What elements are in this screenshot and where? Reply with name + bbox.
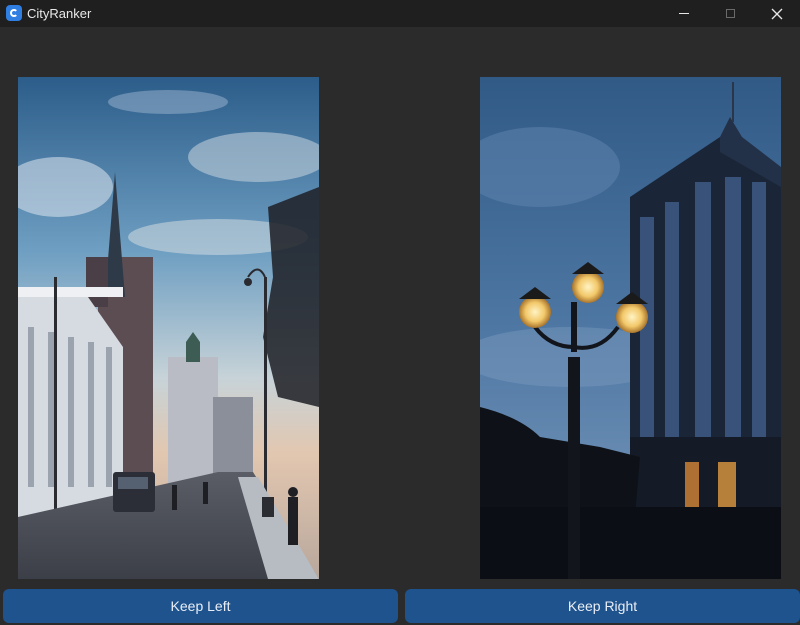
close-icon (771, 8, 783, 19)
right-city-image[interactable] (480, 77, 781, 579)
maximize-button[interactable] (707, 0, 753, 27)
keep-left-button[interactable]: Keep Left (3, 589, 398, 623)
street-lamp-tower-photo (480, 77, 781, 579)
maximize-icon (725, 9, 735, 18)
app-logo-icon (6, 5, 22, 21)
left-city-image[interactable] (18, 77, 319, 579)
title-bar[interactable]: CityRanker (0, 0, 800, 27)
close-button[interactable] (754, 0, 800, 27)
city-street-photo (18, 77, 319, 579)
minimize-button[interactable] (661, 0, 707, 27)
keep-right-button[interactable]: Keep Right (405, 589, 800, 623)
window-title: CityRanker (27, 6, 92, 21)
minimize-icon (679, 13, 689, 14)
app-window: CityRanker Keep Left Keep Right (0, 0, 800, 625)
